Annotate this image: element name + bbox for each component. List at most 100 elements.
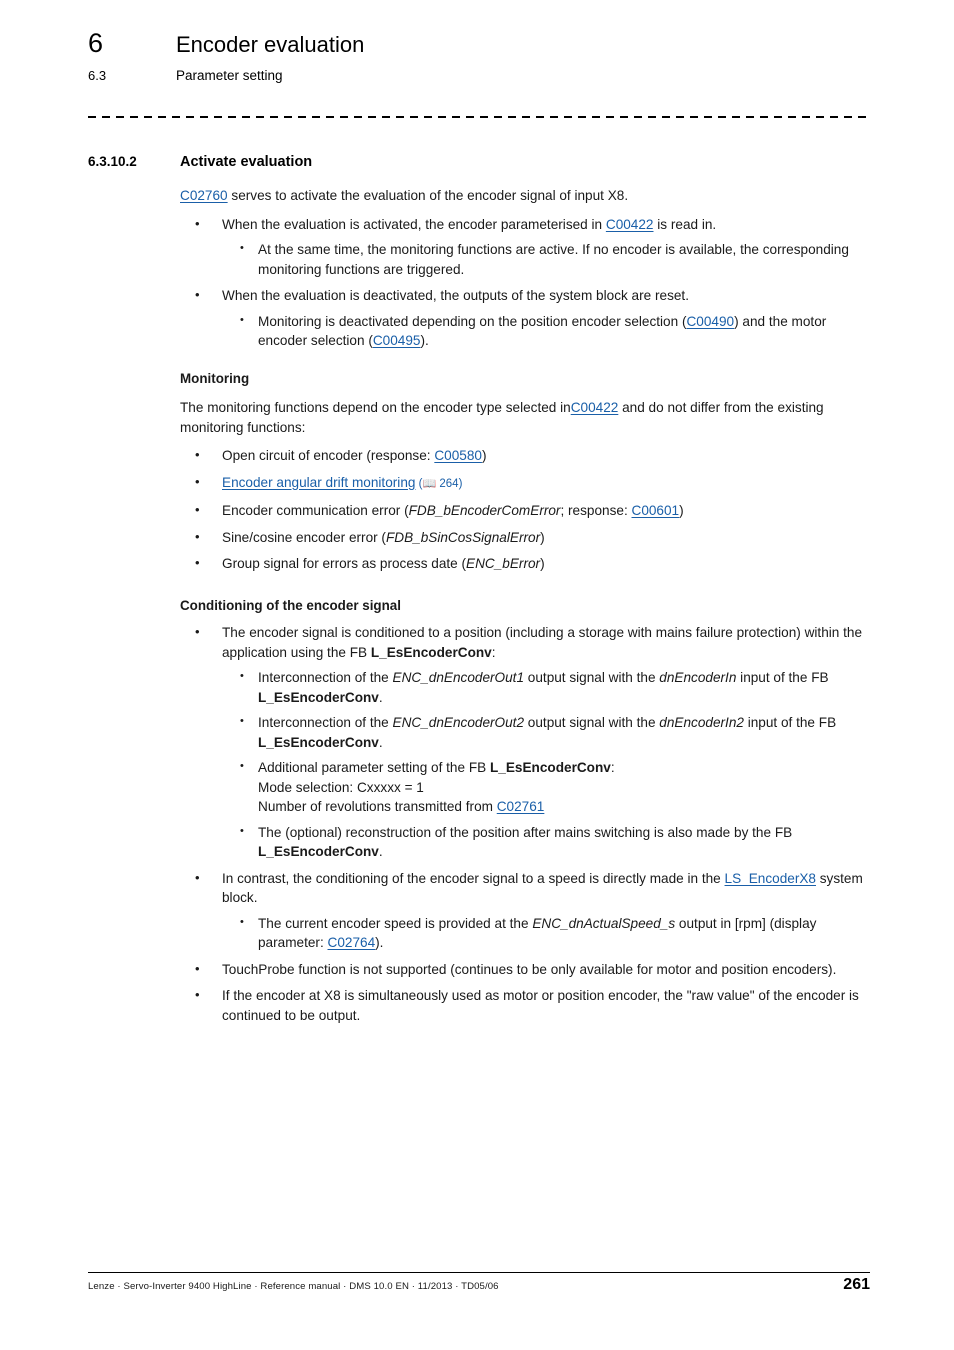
intro-paragraph: C02760 serves to activate the evaluation… xyxy=(180,186,872,206)
signal-name: ENC_dnEncoderOut2 xyxy=(392,715,525,730)
list-item: In contrast, the conditioning of the enc… xyxy=(195,868,872,953)
mode-selection-line: Mode selection: Cxxxxx = 1 xyxy=(258,779,424,795)
bullet-text-pre: The current encoder speed is provided at… xyxy=(258,915,533,931)
conditioning-bullet-list: The encoder signal is conditioned to a p… xyxy=(180,622,872,1025)
param-link-c00580[interactable]: C00580 xyxy=(434,448,482,463)
list-item: Encoder communication error (FDB_bEncode… xyxy=(195,500,872,521)
revolutions-line-pre: Number of revolutions transmitted from xyxy=(258,799,497,814)
fb-name: L_EsEncoderConv xyxy=(258,689,379,705)
header-section-row: 6.3 Parameter setting xyxy=(88,67,870,85)
monitoring-intro-pre: The monitoring functions depend on the e… xyxy=(180,400,571,415)
bullet-text-pre: In contrast, the conditioning of the enc… xyxy=(222,870,725,886)
bullet-text-pre: The (optional) reconstruction of the pos… xyxy=(258,824,793,840)
bullet-text-post: . xyxy=(378,844,383,859)
param-link-c00495[interactable]: C00495 xyxy=(373,333,421,348)
bullet-text-post: ). xyxy=(375,935,384,950)
list-item: If the encoder at X8 is simultaneously u… xyxy=(195,985,872,1025)
param-link-c00422-b[interactable]: C00422 xyxy=(571,400,619,415)
bullet-text-pre: When the evaluation is activated, the en… xyxy=(222,216,606,232)
bullet-text-post: ) xyxy=(540,529,545,545)
intro-sub-list-2: Monitoring is deactivated depending on t… xyxy=(222,311,872,351)
list-item: At the same time, the monitoring functio… xyxy=(240,239,872,279)
list-item: Additional parameter setting of the FB L… xyxy=(240,757,872,817)
page-header: 6 Encoder evaluation 6.3 Parameter setti… xyxy=(88,26,870,85)
section-heading-number: 6.3.10.2 xyxy=(88,154,137,169)
bullet-text-pre: The encoder signal is conditioned to a p… xyxy=(222,625,863,660)
param-link-c00601[interactable]: C00601 xyxy=(632,503,680,518)
param-link-c02760[interactable]: C02760 xyxy=(180,188,228,203)
bullet-text-post: ) xyxy=(481,448,487,463)
header-chapter-title: Encoder evaluation xyxy=(176,32,365,57)
bullet-text-post: is read in. xyxy=(653,216,717,232)
intro-paragraph-text: serves to activate the evaluation of the… xyxy=(227,188,629,203)
bullet-text-mid: output signal with the xyxy=(524,670,660,685)
page-reference: (📖 264) xyxy=(415,477,463,490)
header-dashed-divider xyxy=(88,116,870,118)
conditioning-sub-list: Interconnection of the ENC_dnEncoderOut1… xyxy=(222,667,872,862)
param-link-c00422-a[interactable]: C00422 xyxy=(606,217,654,232)
bullet-text-mid: output signal with the xyxy=(524,715,660,730)
signal-name: ENC_dnActualSpeed_s xyxy=(532,915,676,931)
param-link-c00490[interactable]: C00490 xyxy=(686,314,734,329)
document-page: 6 Encoder evaluation 6.3 Parameter setti… xyxy=(0,0,954,1350)
bullet-text-post: . xyxy=(378,689,383,705)
bullet-text-post: ) xyxy=(540,556,545,571)
bullet-text: When the evaluation is deactivated, the … xyxy=(222,288,689,303)
fb-name: L_EsEncoderConv xyxy=(258,734,379,750)
param-link-c02764[interactable]: C02764 xyxy=(328,935,376,950)
fb-name: L_EsEncoderConv xyxy=(258,844,379,859)
signal-name: dnEncoderIn xyxy=(659,670,737,685)
list-item: Monitoring is deactivated depending on t… xyxy=(240,311,872,351)
signal-name: ENC_dnEncoderOut1 xyxy=(392,670,525,685)
cross-reference-link-encoder-angular-drift[interactable]: Encoder angular drift monitoring xyxy=(222,475,415,490)
list-item: Encoder angular drift monitoring (📖 264) xyxy=(195,472,872,495)
header-section-number: 6.3 xyxy=(88,68,107,83)
monitoring-heading: Monitoring xyxy=(180,370,250,386)
bullet-text-pre: Interconnection of the xyxy=(258,715,393,730)
footer-page-number: 261 xyxy=(843,1276,870,1293)
bullet-text-post: : xyxy=(491,644,496,660)
page-reference-number: 264 xyxy=(439,477,459,490)
list-item: Open circuit of encoder (response: C0058… xyxy=(195,445,872,466)
list-item: When the evaluation is activated, the en… xyxy=(195,214,872,280)
list-item: When the evaluation is deactivated, the … xyxy=(195,285,872,351)
section-heading: 6.3.10.2 Activate evaluation xyxy=(88,154,878,170)
signal-name: FDB_bSinCosSignalError xyxy=(385,529,541,545)
list-item: Group signal for errors as process date … xyxy=(195,553,872,574)
bullet-text-mid2: input of the FB xyxy=(743,715,837,730)
list-item: Interconnection of the ENC_dnEncoderOut1… xyxy=(240,667,872,707)
bullet-text-pre: Interconnection of the xyxy=(258,670,393,685)
list-item: Interconnection of the ENC_dnEncoderOut2… xyxy=(240,712,872,752)
footer-divider xyxy=(88,1272,870,1273)
bullet-text-mid: ; response: xyxy=(560,503,632,518)
conditioning-sub-list-2: The current encoder speed is provided at… xyxy=(222,913,872,953)
fb-name: L_EsEncoderConv xyxy=(370,644,492,660)
section-heading-title: Activate evaluation xyxy=(180,154,313,170)
signal-name: ENC_bError xyxy=(466,556,541,571)
bullet-text-pre: Open circuit of encoder (response: xyxy=(222,448,435,463)
bullet-text-post: ). xyxy=(420,333,429,348)
bullet-text-pre: Sine/cosine encoder error ( xyxy=(222,529,386,545)
header-chapter-number: 6 xyxy=(88,28,104,58)
footer-text: Lenze · Servo-Inverter 9400 HighLine · R… xyxy=(88,1281,499,1292)
intro-sub-list-1: At the same time, the monitoring functio… xyxy=(222,239,872,279)
system-block-link-ls-encoderx8[interactable]: LS_EncoderX8 xyxy=(725,871,816,886)
fb-name: L_EsEncoderConv xyxy=(489,760,611,775)
intro-bullet-list: When the evaluation is activated, the en… xyxy=(180,214,872,351)
bullet-text-post: ) xyxy=(679,503,684,518)
bullet-text-pre: Monitoring is deactivated depending on t… xyxy=(258,313,687,329)
book-icon: 📖 xyxy=(422,477,437,490)
bullet-text-post: . xyxy=(378,734,383,750)
param-link-c02761[interactable]: C02761 xyxy=(497,799,545,814)
signal-name: dnEncoderIn2 xyxy=(659,715,744,730)
bullet-text-pre: Encoder communication error ( xyxy=(222,503,409,518)
bullet-text-pre: Additional parameter setting of the FB xyxy=(258,760,490,775)
signal-name: FDB_bEncoderComError xyxy=(408,503,561,518)
bullet-text-pre: Group signal for errors as process date … xyxy=(222,556,467,571)
list-item: TouchProbe function is not supported (co… xyxy=(195,959,872,980)
